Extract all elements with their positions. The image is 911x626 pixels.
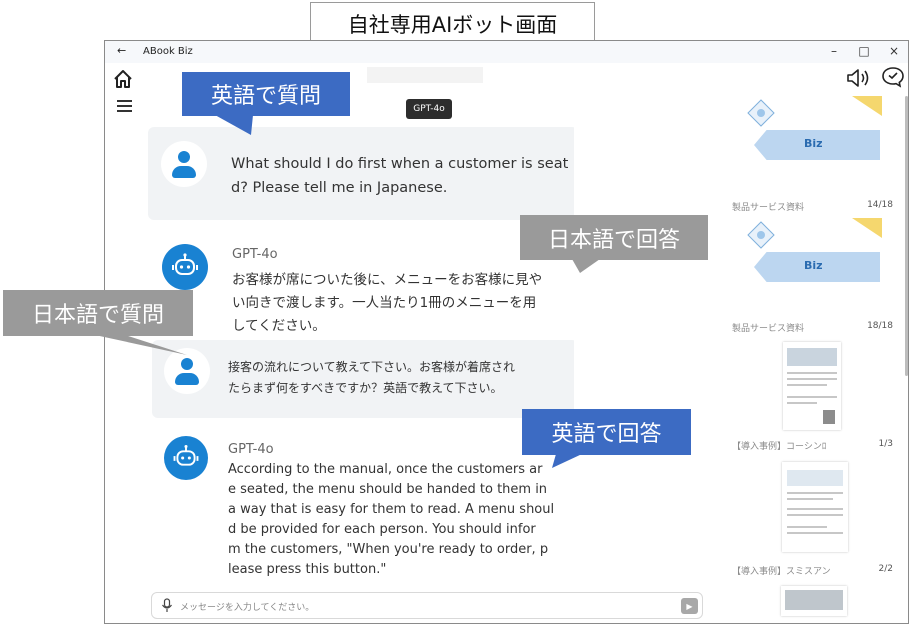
callout-question-english: 英語で質問: [182, 72, 350, 116]
document-panel: Biz 製品サービス資料 14/18 Biz 製品サービス資料 18/18 【導…: [717, 96, 903, 623]
callout-text: 日本語で回答: [547, 227, 680, 253]
callout-text: 英語で回答: [551, 422, 662, 447]
top-search-field[interactable]: [367, 67, 483, 83]
close-button[interactable]: ×: [884, 44, 904, 58]
callout-pointer: [95, 335, 187, 355]
callout-question-japanese: 日本語で質問: [3, 290, 193, 336]
callout-pointer: [215, 115, 253, 135]
speaker-icon[interactable]: [846, 67, 874, 89]
document-page: 2/2: [878, 564, 893, 574]
document-thumbnail[interactable]: Biz: [744, 96, 882, 200]
callout-text: 日本語で質問: [31, 303, 164, 328]
document-caption: 【導入事例】コーシンﾛ: [732, 442, 827, 452]
home-icon[interactable]: [113, 69, 133, 89]
title-bar: ← ABook Biz – □ ×: [105, 41, 908, 63]
send-icon: ▶: [686, 601, 693, 611]
bot-sender-name: GPT-4o: [228, 442, 274, 457]
bot-sender-name: GPT-4o: [232, 247, 278, 262]
microphone-icon[interactable]: [161, 598, 173, 613]
message-input[interactable]: メッセージを入力してください。 ▶: [151, 592, 703, 619]
minimize-button[interactable]: –: [824, 44, 844, 58]
chat-area: What should I do first when a customer i…: [139, 96, 574, 586]
message-text: According to the manual, once the custom…: [228, 462, 555, 577]
message-text: 接客の流れについて教えて下さい。お客様が着席され たらまず何をすべきですか？英語…: [228, 360, 516, 395]
document-page: 1/3: [878, 439, 893, 449]
document-thumbnail[interactable]: Biz: [744, 218, 882, 322]
user-message: What should I do first when a customer i…: [148, 127, 574, 220]
slide-brand-text: Biz: [804, 259, 823, 272]
callout-answer-japanese: 日本語で回答: [520, 215, 708, 260]
app-title: ABook Biz: [143, 46, 193, 57]
maximize-button[interactable]: □: [854, 44, 874, 58]
back-arrow-icon[interactable]: ←: [117, 44, 126, 57]
send-button[interactable]: ▶: [681, 598, 698, 614]
document-page: 18/18: [867, 321, 893, 331]
logo-icon: [744, 218, 778, 252]
scrollbar[interactable]: [905, 96, 908, 376]
document-caption: 製品サービス資料: [732, 324, 805, 334]
document-caption: 製品サービス資料: [732, 203, 805, 213]
document-page: 14/18: [867, 200, 893, 210]
bot-avatar-icon: [162, 244, 208, 290]
logo-icon: [744, 96, 778, 130]
input-placeholder: メッセージを入力してください。: [180, 603, 315, 613]
callout-pointer: [572, 259, 600, 273]
document-thumbnail[interactable]: [781, 586, 847, 616]
message-text: What should I do first when a customer i…: [231, 156, 569, 196]
caption-box: 自社専用AIボット画面: [310, 2, 595, 45]
caption-text: 自社専用AIボット画面: [347, 12, 558, 37]
hamburger-menu-icon[interactable]: [117, 100, 132, 112]
message-text: お客様が席についた後に、メニューをお客様に見や い向きで渡します。一人当たり1冊…: [232, 272, 543, 334]
document-caption: 【導入事例】スミスアン: [732, 567, 831, 577]
document-thumbnail[interactable]: [783, 342, 841, 430]
bot-avatar-icon: [164, 436, 208, 480]
callout-answer-english: 英語で回答: [522, 409, 691, 455]
slide-brand-text: Biz: [804, 137, 823, 150]
callout-pointer: [552, 454, 582, 468]
chat-bubble-icon[interactable]: [881, 65, 905, 89]
user-avatar-icon: [161, 141, 207, 187]
callout-text: 英語で質問: [210, 84, 321, 109]
document-thumbnail[interactable]: [782, 462, 848, 552]
user-message: 接客の流れについて教えて下さい。お客様が着席され たらまず何をすべきですか？英語…: [152, 340, 574, 418]
